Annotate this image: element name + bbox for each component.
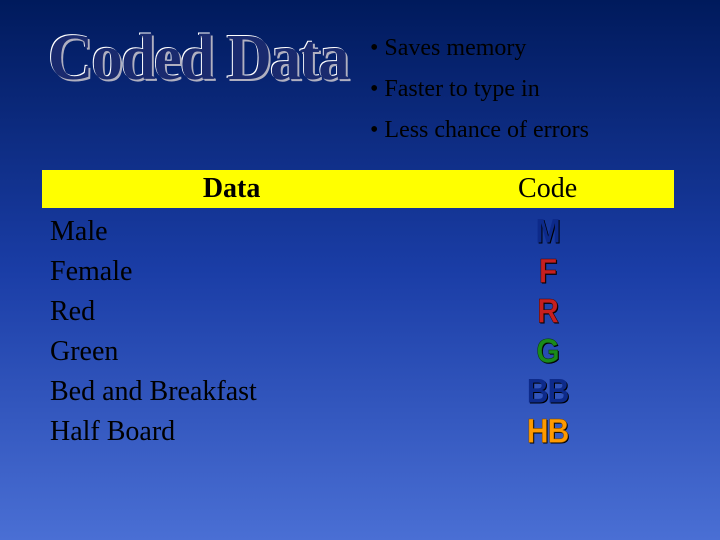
bullet-list: Saves memory Faster to type in Less chan… xyxy=(370,28,589,150)
table-row: Female F xyxy=(42,252,674,292)
table-row: Male M xyxy=(42,212,674,252)
header-data: Data xyxy=(42,173,421,205)
cell-code: M xyxy=(421,212,674,251)
table-body: Male M Female F Red R Green G Bed and Br… xyxy=(42,208,674,452)
slide-title: Coded Data xyxy=(48,20,348,96)
cell-code: HB xyxy=(421,412,674,451)
cell-data: Green xyxy=(42,336,421,368)
header-code: Code xyxy=(421,173,674,205)
cell-data: Male xyxy=(42,216,421,248)
table-row: Bed and Breakfast BB xyxy=(42,372,674,412)
table-row: Green G xyxy=(42,332,674,372)
cell-data: Half Board xyxy=(42,416,421,448)
table-row: Red R xyxy=(42,292,674,332)
bullet-item: Faster to type in xyxy=(370,69,589,110)
cell-code: BB xyxy=(421,372,674,411)
cell-data: Bed and Breakfast xyxy=(42,376,421,408)
cell-data: Red xyxy=(42,296,421,328)
bullet-item: Saves memory xyxy=(370,28,589,69)
cell-code: R xyxy=(421,292,674,331)
data-code-table: Data Code Male M Female F Red R Green G … xyxy=(42,170,674,452)
cell-code: G xyxy=(421,332,674,371)
table-header-row: Data Code xyxy=(42,170,674,208)
cell-code: F xyxy=(421,252,674,291)
cell-data: Female xyxy=(42,256,421,288)
table-row: Half Board HB xyxy=(42,412,674,452)
bullet-item: Less chance of errors xyxy=(370,110,589,151)
